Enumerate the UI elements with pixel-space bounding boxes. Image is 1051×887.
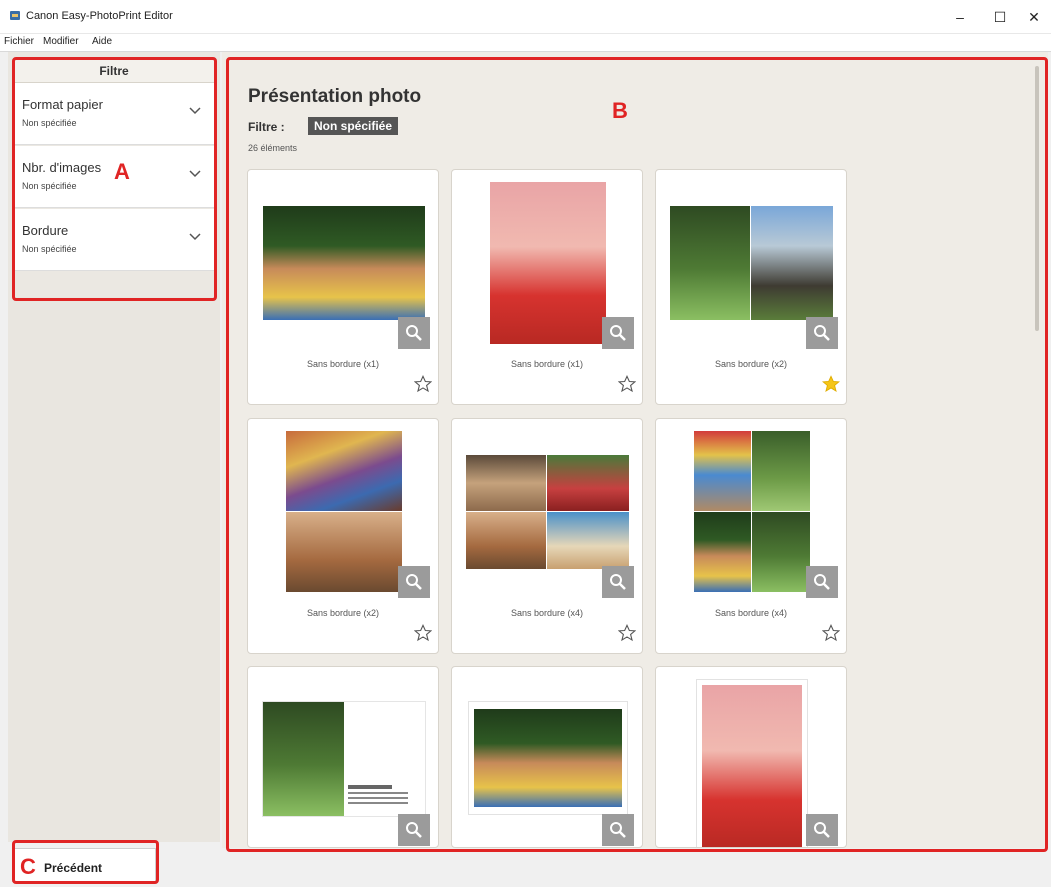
menu-modifier[interactable]: Modifier: [43, 36, 79, 47]
maximize-button[interactable]: ☐: [982, 4, 1018, 30]
annotation-label-c: C: [20, 854, 36, 879]
annotation-box-b: [226, 57, 1048, 852]
minimize-button[interactable]: –: [942, 4, 978, 30]
window-title: Canon Easy-PhotoPrint Editor: [26, 10, 173, 22]
annotation-label-b: B: [612, 98, 628, 123]
close-button[interactable]: ✕: [1016, 4, 1051, 30]
menu-bar: Fichier Modifier Aide: [0, 34, 1051, 52]
app-icon: [10, 11, 20, 20]
annotation-label-a: A: [114, 159, 130, 184]
menu-aide[interactable]: Aide: [92, 36, 112, 47]
title-bar: Canon Easy-PhotoPrint Editor – ☐ ✕: [0, 0, 1051, 34]
menu-fichier[interactable]: Fichier: [4, 36, 34, 47]
